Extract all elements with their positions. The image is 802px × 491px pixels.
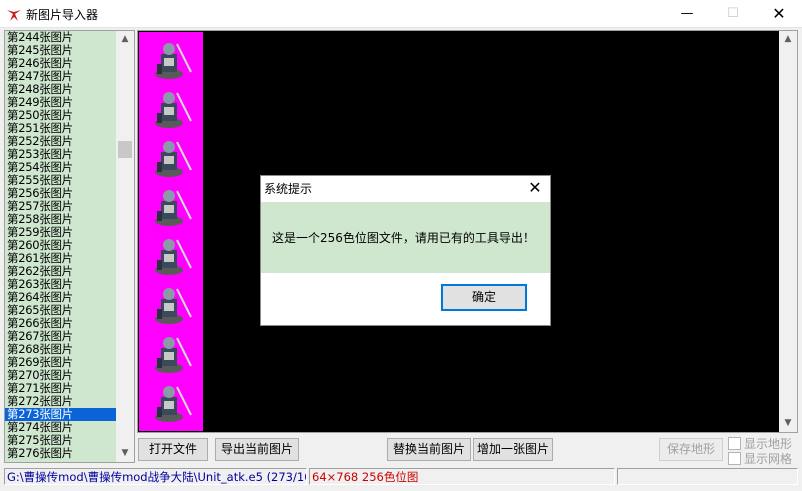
- add-image-button[interactable]: 增加一张图片: [473, 438, 553, 461]
- image-list-panel: 第244张图片 第245张图片 第246张图片 第247张图片 第248张图片 第249张…: [4, 30, 135, 463]
- dialog-close-button[interactable]: ✕: [520, 176, 550, 200]
- image-list-item[interactable]: 第276张图片: [5, 447, 116, 460]
- sprite-frame: [155, 337, 192, 373]
- show-grid-checkbox-box[interactable]: [728, 452, 741, 465]
- dialog-ok-button[interactable]: 确定: [441, 284, 527, 311]
- status-bar: G:\曹操传mod\曹操传mod战争大陆\Unit_atk.e5 (273/10…: [4, 468, 798, 486]
- sprite-frame: [155, 92, 192, 128]
- sprite-frames: [155, 43, 192, 422]
- dialog-message: 这是一个256色位图文件，请用已有的工具导出！: [272, 231, 535, 245]
- sprite-frame: [155, 239, 192, 275]
- sprite-frame: [155, 43, 192, 79]
- sprite-frame: [155, 386, 192, 422]
- replace-current-image-button[interactable]: 替换当前图片: [387, 438, 471, 461]
- dialog-message-area: 这是一个256色位图文件，请用已有的工具导出！: [261, 202, 550, 273]
- sprite-frame: [155, 141, 192, 177]
- maximize-button[interactable]: ☐: [710, 0, 756, 27]
- show-grid-checkbox[interactable]: 显示网格: [728, 451, 800, 466]
- sprite-frame: [155, 288, 192, 324]
- status-empty-panel: [617, 468, 798, 485]
- canvas-scrollbar[interactable]: ▲ ▼: [779, 31, 797, 432]
- show-terrain-checkbox[interactable]: 显示地形: [728, 436, 800, 451]
- dialog-title: 系统提示: [264, 182, 313, 196]
- open-file-button[interactable]: 打开文件: [138, 438, 208, 461]
- show-grid-label: 显示网格: [744, 452, 793, 466]
- minimize-button[interactable]: —: [664, 0, 710, 27]
- scroll-up-arrow-icon[interactable]: ▲: [116, 31, 134, 48]
- scroll-thumb[interactable]: [118, 141, 132, 158]
- close-button[interactable]: ✕: [756, 0, 802, 27]
- image-list[interactable]: 第244张图片 第245张图片 第246张图片 第247张图片 第248张图片 第249张…: [5, 31, 116, 462]
- save-terrain-button[interactable]: 保存地形: [659, 438, 723, 461]
- show-terrain-checkbox-box[interactable]: [728, 437, 741, 450]
- system-message-dialog: 系统提示 ✕ 这是一个256色位图文件，请用已有的工具导出！ 确定: [260, 175, 551, 326]
- sprite-frame: [155, 190, 192, 226]
- status-file-path: G:\曹操传mod\曹操传mod战争大陆\Unit_atk.e5 (273/10…: [4, 468, 307, 485]
- list-scrollbar[interactable]: ▲ ▼: [116, 31, 134, 462]
- scroll-down-arrow-icon[interactable]: ▼: [116, 445, 134, 462]
- status-image-info: 64×768 256色位图: [309, 468, 615, 485]
- title-bar: 新图片导入器 — ☐ ✕: [0, 0, 802, 28]
- canvas-scroll-down-arrow-icon[interactable]: ▼: [779, 415, 797, 432]
- sprite-strip-image: [139, 32, 203, 431]
- canvas-scroll-up-arrow-icon[interactable]: ▲: [779, 31, 797, 48]
- app-logo-icon: [7, 10, 21, 21]
- export-current-image-button[interactable]: 导出当前图片: [215, 438, 299, 461]
- window-title: 新图片导入器: [26, 8, 99, 22]
